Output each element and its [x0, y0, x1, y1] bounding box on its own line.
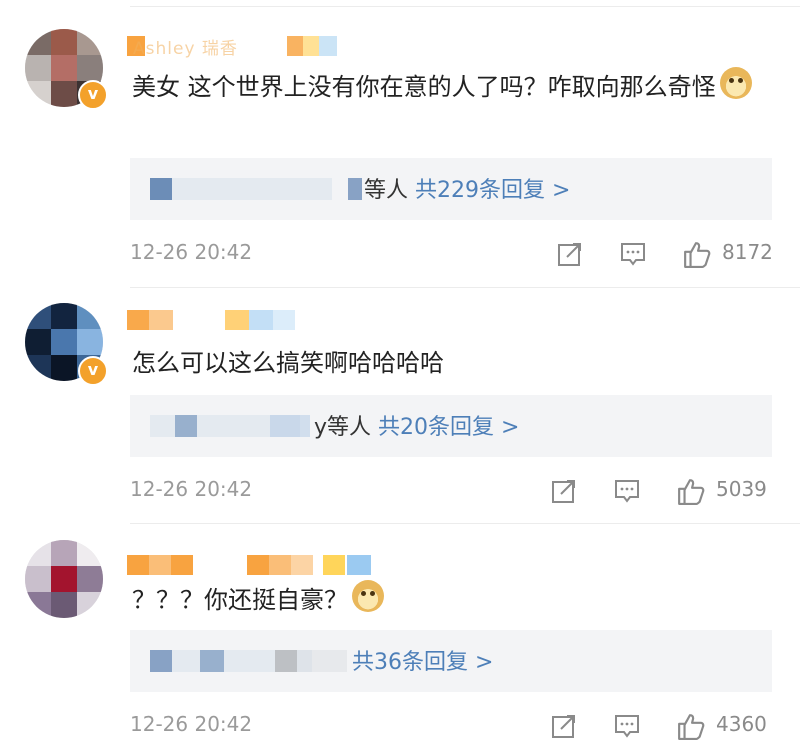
reply-summary-text: y等人 共20条回复 > [314, 415, 520, 440]
comment-text: 美女 这个世界上没有你在意的人了吗？咋取向那么奇怪 [132, 66, 782, 108]
thumbs-up-icon[interactable] [682, 240, 712, 268]
reply-summary-text: 等人 共229条回复 > [364, 178, 571, 203]
comment-icon[interactable] [620, 241, 646, 267]
share-icon[interactable] [551, 713, 577, 739]
like-count: 4360 [716, 712, 767, 736]
thumbs-up-icon[interactable] [676, 477, 706, 505]
username-blur[interactable] [127, 310, 307, 330]
reply-count-link[interactable]: 共20条回复 > [378, 415, 519, 440]
reply-summary[interactable]: 等人 共229条回复 > [130, 158, 772, 220]
share-icon[interactable] [557, 241, 583, 267]
thumbs-up-icon[interactable] [676, 712, 706, 740]
doge-emoji-icon [352, 580, 384, 612]
comment-icon[interactable] [614, 478, 640, 504]
top-divider [130, 6, 800, 7]
comment-divider [130, 523, 800, 524]
like-count: 5039 [716, 477, 767, 501]
like-count: 8172 [722, 240, 773, 264]
comment-divider [130, 287, 800, 288]
verified-badge-icon: v [78, 80, 108, 110]
reply-count-link[interactable]: 共229条回复 > [415, 178, 570, 203]
comment-icon[interactable] [614, 713, 640, 739]
timestamp: 12-26 20:42 [130, 240, 253, 264]
reply-summary[interactable]: 共36条回复 > [130, 630, 772, 692]
verified-badge-icon: v [78, 356, 108, 386]
reply-summary[interactable]: y等人 共20条回复 > [130, 395, 772, 457]
reply-summary-text: 共36条回复 > [352, 644, 493, 676]
share-icon[interactable] [551, 478, 577, 504]
reply-count-link[interactable]: 共36条回复 > [352, 650, 493, 675]
username[interactable]: Ashley 瑞香 [133, 34, 238, 59]
avatar[interactable] [25, 540, 103, 618]
comment-text: 怎么可以这么搞笑啊哈哈哈哈 [132, 349, 444, 377]
timestamp: 12-26 20:42 [130, 477, 253, 501]
comment-text: ？？？你还挺自豪？ [132, 579, 782, 621]
doge-emoji-icon [719, 67, 752, 99]
timestamp: 12-26 20:42 [130, 712, 253, 736]
username-blur[interactable] [127, 555, 377, 575]
